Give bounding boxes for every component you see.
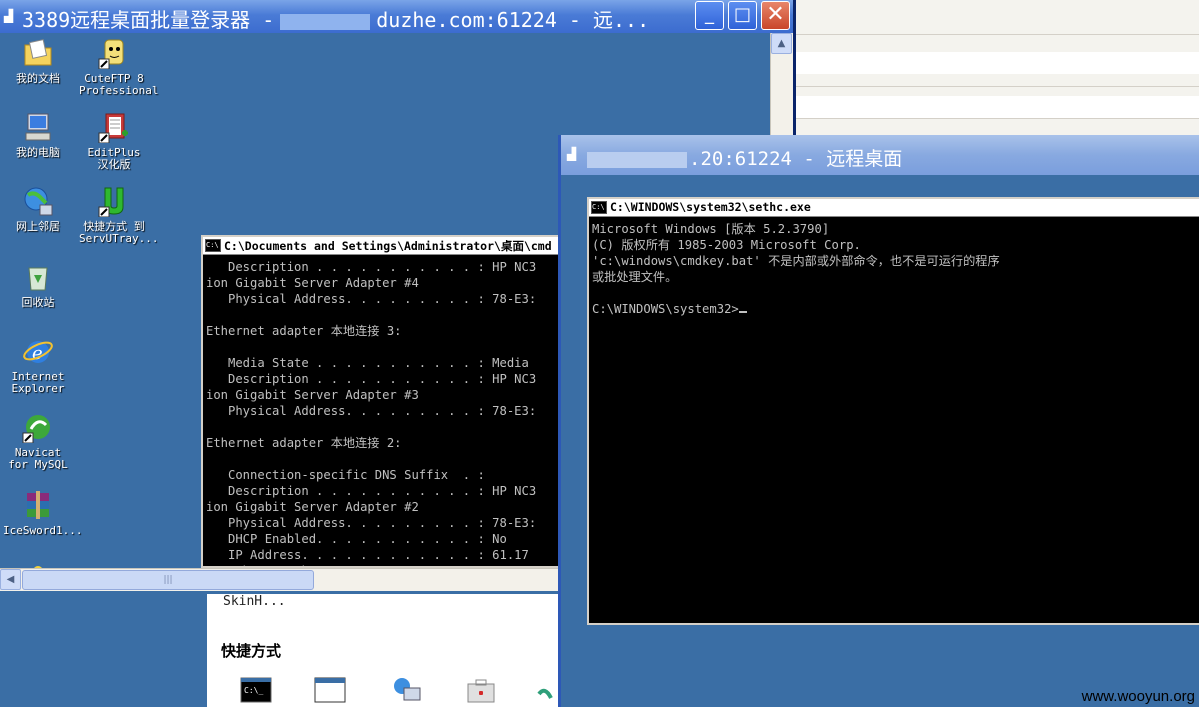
window1-title: 3389远程桌面批量登录器 - duzhe.com:61224 - 远...: [22, 8, 650, 32]
minimize-button[interactable]: _: [695, 1, 724, 30]
cmd2-title: C:\WINDOWS\system32\sethc.exe: [610, 200, 811, 214]
shortcuts-heading: 快捷方式: [221, 642, 282, 660]
maximize-button[interactable]: □: [728, 1, 757, 30]
desktop-icon-editplus[interactable]: EditPlus 汉化版: [79, 111, 149, 171]
desktop-icon-network[interactable]: 网上邻居: [3, 185, 73, 233]
explorer-panel: SkinH... 快捷方式 C:\_: [207, 594, 559, 707]
cmd-window-ipconfig[interactable]: C:\ C:\Documents and Settings\Administra…: [201, 235, 561, 568]
desktop-icon-my-documents[interactable]: 我的文档: [3, 37, 73, 85]
remote-desktop-icon: ▟: [567, 147, 577, 161]
recycle-bin-icon: [22, 261, 54, 293]
console-line: ion Gigabit Server Adapter #3: [206, 388, 419, 402]
console-line: Ethernet adapter 本地连接 2:: [206, 436, 402, 450]
console-line: (C) 版权所有 1985-2003 Microsoft Corp.: [592, 238, 861, 252]
console-line: Microsoft Windows [版本 5.2.3790]: [592, 222, 830, 236]
cmd1-titlebar[interactable]: C:\ C:\Documents and Settings\Administra…: [203, 237, 559, 255]
my-documents-icon: [22, 37, 54, 69]
text-cursor: [738, 311, 747, 313]
console-line: ion Gigabit Server Adapter #4: [206, 276, 419, 290]
scroll-left-button[interactable]: ◀: [0, 569, 21, 590]
close-button[interactable]: ✕: [761, 1, 790, 30]
window1-titlebar[interactable]: ▟ 3389远程桌面批量登录器 - duzhe.com:61224 - 远... …: [0, 0, 793, 33]
console-line: Media State . . . . . . . . . . . : Medi…: [206, 356, 529, 370]
cmd-shortcut-icon[interactable]: C:\_: [240, 676, 272, 704]
console-icon: C:\: [205, 239, 221, 252]
console-line: Physical Address. . . . . . . . . : 78-E…: [206, 516, 537, 530]
cmd1-output: Description . . . . . . . . . . . : HP N…: [206, 259, 559, 566]
winrar-icon: [22, 489, 54, 521]
toolbox-shortcut-icon[interactable]: [465, 676, 497, 704]
console-line: Description . . . . . . . . . . . : HP N…: [206, 484, 537, 498]
cuteftp-icon: [98, 37, 130, 70]
network-shortcut-icon[interactable]: [390, 676, 422, 704]
console-line: 'c:\windows\cmdkey.bat' 不是内部或外部命令，也不是可运行…: [592, 254, 1000, 268]
console-line: DHCP Enabled. . . . . . . . . . . : No: [206, 532, 507, 546]
servu-icon: [98, 185, 130, 218]
svg-text:C:\_: C:\_: [244, 686, 263, 695]
console-icon: C:\: [591, 201, 607, 214]
console-line: Ethernet adapter 本地连接 3:: [206, 324, 402, 338]
console-line: 或批处理文件。: [592, 270, 678, 284]
console-line: C:\WINDOWS\system32>: [592, 301, 1199, 317]
remote-desktop-icon: ▟: [4, 9, 14, 23]
console-line: Subnet Mask . . . . . . . . . . . : 255.…: [206, 563, 559, 566]
desktop-icon-cuteftp[interactable]: CuteFTP 8 Professional: [79, 37, 158, 97]
watermark: www.wooyun.org: [1081, 688, 1195, 705]
scroll-up-button[interactable]: ▲: [771, 33, 792, 54]
remote-desktop-window-2: ▟ .20:61224 - 远程桌面 C:\ C:\WINDOWS\system…: [558, 135, 1199, 707]
console-line: IP Address. . . . . . . . . . . . : 61.1…: [206, 548, 529, 562]
window2-title: .20:61224 - 远程桌面: [587, 144, 902, 171]
editplus-icon: [98, 111, 130, 144]
cmd-window-sethc[interactable]: C:\ C:\WINDOWS\system32\sethc.exe Micros…: [587, 197, 1199, 625]
desktop-icon-navicat[interactable]: Navicat for MySQL: [3, 411, 73, 471]
skin-file-label[interactable]: SkinH...: [223, 594, 286, 609]
console-line: Description . . . . . . . . . . . : HP N…: [206, 260, 537, 274]
cmd2-output: Microsoft Windows [版本 5.2.3790] (C) 版权所有 …: [592, 221, 1199, 317]
my-computer-icon: [22, 111, 54, 143]
navicat-icon: [22, 411, 54, 444]
cmd2-titlebar[interactable]: C:\ C:\WINDOWS\system32\sethc.exe: [589, 199, 1199, 217]
desktop-icon-internet-explorer[interactable]: e Internet Explorer: [3, 335, 73, 395]
console-line: Physical Address. . . . . . . . . : 78-E…: [206, 292, 537, 306]
redacted-hostname: [280, 13, 371, 30]
redacted-hostname: [587, 151, 687, 168]
desktop-icon-servu[interactable]: 快捷方式 到 ServUTray...: [79, 185, 158, 245]
network-icon: [22, 185, 54, 217]
desktop-icon-recycle-bin[interactable]: 回收站: [3, 261, 73, 309]
cmd1-title: C:\Documents and Settings\Administrator\…: [224, 239, 552, 253]
console-line: Description . . . . . . . . . . . : HP N…: [206, 372, 537, 386]
scroll-thumb[interactable]: |||: [22, 570, 314, 590]
window2-titlebar[interactable]: ▟ .20:61224 - 远程桌面: [561, 135, 1199, 175]
background-application: [796, 0, 1199, 140]
ie-icon: e: [22, 335, 54, 367]
console-line: Physical Address. . . . . . . . . : 78-E…: [206, 404, 537, 418]
desktop-icon-icesword[interactable]: IceSword1...: [3, 489, 82, 537]
window-shortcut-icon[interactable]: [314, 676, 346, 704]
console-line: ion Gigabit Server Adapter #2: [206, 500, 419, 514]
desktop-icon-my-computer[interactable]: 我的电脑: [3, 111, 73, 159]
console-line: Connection-specific DNS Suffix . :: [206, 468, 485, 482]
